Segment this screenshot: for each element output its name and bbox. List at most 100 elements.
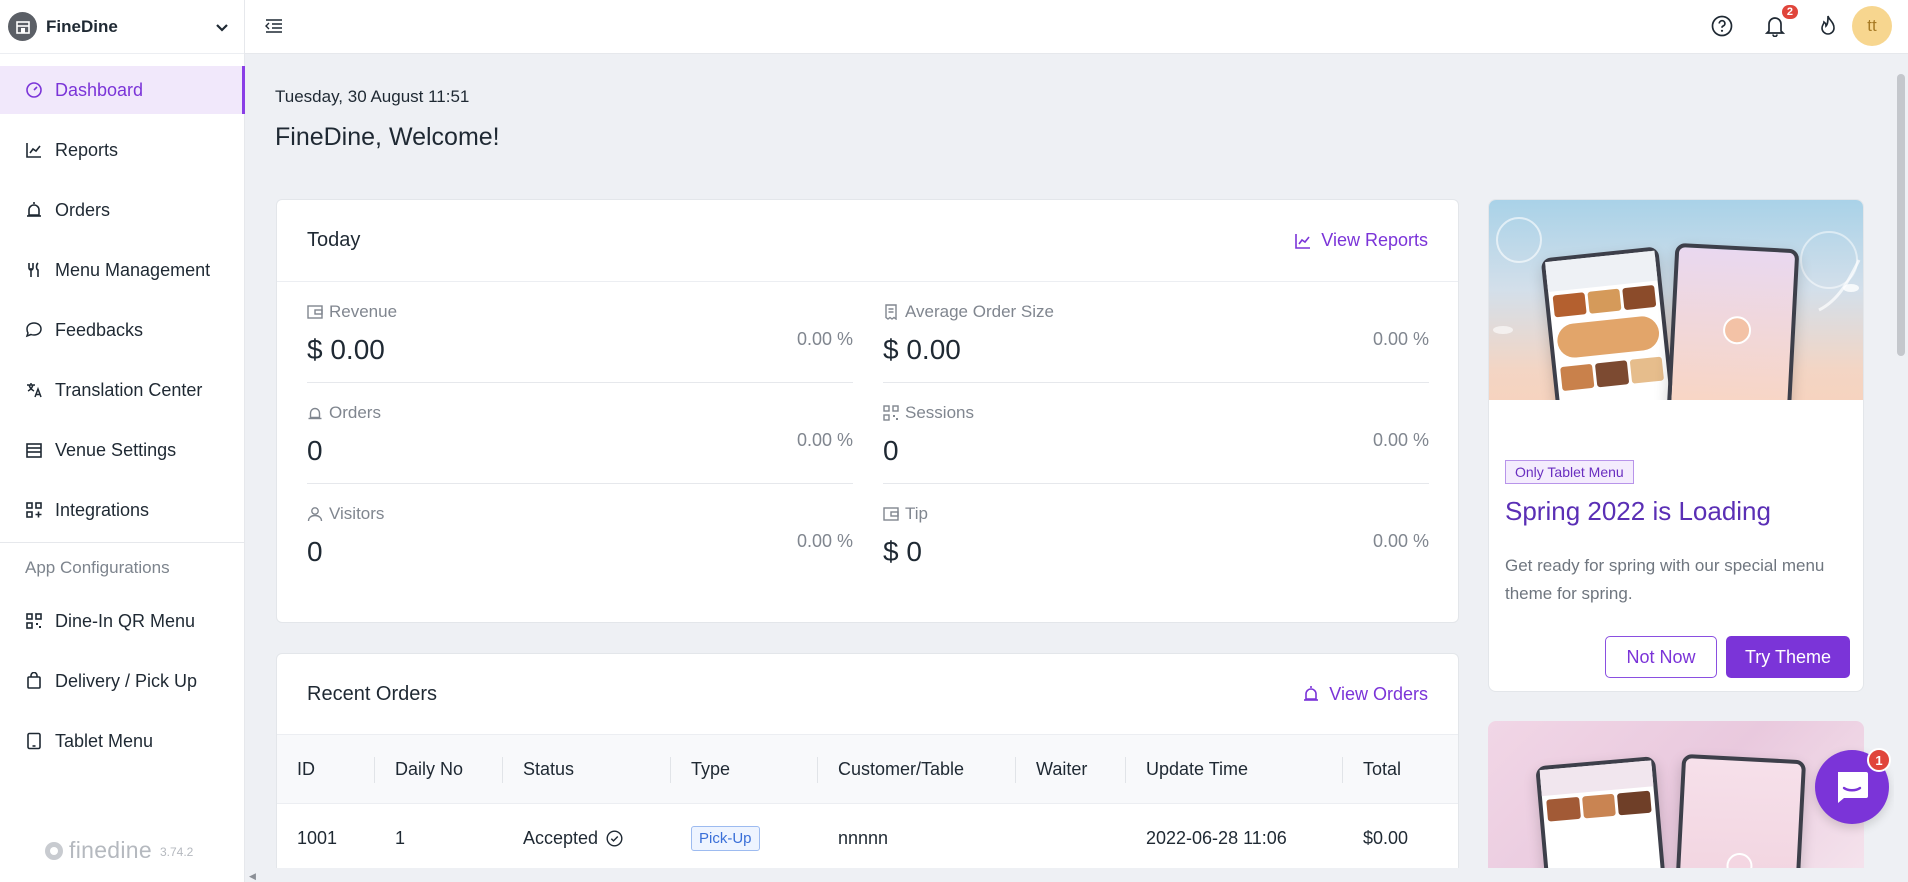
column-header-update-time[interactable]: Update Time (1126, 735, 1343, 803)
topbar: 2 tt (245, 0, 1908, 54)
qr-icon (883, 405, 899, 421)
sidebar-item-delivery-pickup[interactable]: Delivery / Pick Up (0, 657, 244, 705)
user-avatar[interactable]: tt (1852, 6, 1892, 46)
stat-label-text: Visitors (329, 504, 385, 523)
vertical-scrollbar-thumb[interactable] (1897, 74, 1905, 356)
stat-label-sessions: Sessions (883, 403, 974, 423)
sidebar-section-app-configurations: App Configurations (25, 558, 170, 577)
promo-image (1489, 200, 1863, 400)
sidebar-item-dine-in-qr-menu[interactable]: Dine-In QR Menu (0, 597, 244, 645)
view-reports-link[interactable]: View Reports (1294, 230, 1428, 251)
bell-icon (1765, 17, 1785, 37)
column-header-customer-table[interactable]: Customer/Table (818, 735, 1016, 803)
chat-icon (1838, 772, 1868, 803)
stat-value: $ 0.00 (883, 334, 961, 365)
qr-icon (26, 613, 42, 629)
store-icon (8, 12, 37, 41)
help-icon (1711, 15, 1733, 37)
bag-icon (27, 672, 41, 689)
column-header-total[interactable]: Total (1343, 735, 1453, 803)
notifications-button[interactable]: 2 (1762, 5, 1798, 39)
whats-new-button[interactable] (1815, 13, 1841, 39)
stat-percent: 0.00 % (796, 329, 853, 349)
sidebar-item-label: Dine-In QR Menu (55, 610, 196, 631)
tablet-mockup-right (1666, 242, 1800, 400)
sidebar-item-reports[interactable]: Reports (0, 126, 244, 174)
cell-type: Pick-Up (671, 825, 818, 851)
promo-card-secondary (1488, 721, 1864, 882)
chat-launcher-button[interactable]: 1 (1815, 748, 1891, 824)
chevron-down-icon (216, 23, 228, 32)
order-type-tag: Pick-Up (691, 825, 760, 851)
stat-revenue: Revenue $ 0.00 0.00 % (307, 282, 853, 383)
stat-label-revenue: Revenue (307, 302, 397, 322)
table-row[interactable]: 1001 1 Accepted Pick-Up nnnnn 2022-06-28… (277, 804, 1458, 872)
sidebar-item-label: Dashboard (55, 79, 144, 100)
scroll-left-arrow-icon[interactable]: ◀ (249, 871, 256, 882)
recent-orders-title: Recent Orders (307, 682, 438, 705)
receipt-icon (885, 304, 897, 320)
sidebar-item-label: Venue Settings (55, 439, 177, 460)
sidebar-item-dashboard[interactable]: Dashboard (0, 66, 245, 114)
stat-label-text: Revenue (329, 302, 398, 321)
venue-name: FineDine (46, 16, 118, 36)
promo-title: Spring 2022 is Loading (1505, 496, 1771, 526)
wallet-icon (883, 507, 899, 521)
stat-average-order-size: Average Order Size $ 0.00 0.00 % (883, 282, 1429, 383)
recent-orders-card: Recent Orders View Orders ID Daily No St… (276, 653, 1459, 882)
today-card-header: Today View Reports (277, 200, 1458, 282)
user-icon (307, 507, 323, 522)
promo-tag: Only Tablet Menu (1505, 460, 1634, 484)
help-button[interactable] (1709, 13, 1735, 39)
try-theme-button[interactable]: Try Theme (1726, 636, 1850, 678)
collapse-menu-button[interactable] (261, 13, 287, 39)
stat-label-text: Average Order Size (905, 302, 1054, 321)
flame-icon (1821, 15, 1835, 35)
sidebar-item-tablet-menu[interactable]: Tablet Menu (0, 717, 244, 765)
cell-total: $0.00 (1363, 827, 1409, 848)
sidebar-item-integrations[interactable]: Integrations (0, 486, 244, 534)
column-header-type[interactable]: Type (671, 735, 818, 803)
stat-value: 0 (883, 435, 899, 466)
sidebar: FineDine Dashboard Reports Orders Menu M… (0, 0, 245, 882)
venue-switcher[interactable]: FineDine (0, 0, 244, 54)
column-header-waiter[interactable]: Waiter (1016, 735, 1126, 803)
column-header-daily-no[interactable]: Daily No (375, 735, 503, 803)
stat-label-text: Orders (329, 403, 381, 422)
sidebar-item-orders[interactable]: Orders (0, 186, 244, 234)
horizontal-scrollbar[interactable]: ◀ (245, 868, 1894, 882)
vertical-scrollbar[interactable] (1894, 54, 1908, 882)
sidebar-item-label: Tablet Menu (55, 730, 154, 751)
stat-label-average-order-size: Average Order Size (883, 302, 1054, 322)
cell-daily-no: 1 (395, 827, 406, 848)
sidebar-item-translation-center[interactable]: Translation Center (0, 366, 244, 414)
stat-value: 0 (307, 435, 323, 466)
view-reports-label: View Reports (1321, 230, 1428, 250)
view-orders-link[interactable]: View Orders (1302, 684, 1428, 705)
sidebar-item-feedbacks[interactable]: Feedbacks (0, 306, 244, 354)
alarm-icon (1304, 686, 1319, 701)
welcome-title: FineDine, Welcome! (275, 123, 500, 151)
tablet-mockup-left (1535, 756, 1669, 882)
sidebar-item-venue-settings[interactable]: Venue Settings (0, 426, 244, 474)
stat-label-text: Tip (905, 504, 928, 523)
stat-tip: Tip $ 0 0.00 % (883, 484, 1429, 585)
brand-footer: finedine 3.74.2 (44, 837, 193, 864)
column-header-status[interactable]: Status (503, 735, 671, 803)
menu-collapse-icon (265, 19, 282, 33)
today-card-title: Today (307, 229, 361, 251)
promo-description: Get ready for spring with our special me… (1505, 556, 1825, 603)
cell-update-time: 2022-06-28 11:06 (1146, 827, 1287, 848)
sidebar-item-label: Orders (55, 199, 111, 220)
recent-orders-header: Recent Orders View Orders (277, 654, 1458, 734)
translate-icon (27, 383, 42, 398)
stat-value: $ 0.00 (307, 334, 385, 365)
not-now-button[interactable]: Not Now (1605, 636, 1717, 678)
chat-unread-badge: 1 (1867, 748, 1891, 772)
column-header-id[interactable]: ID (277, 735, 375, 803)
sidebar-item-menu-management[interactable]: Menu Management (0, 246, 244, 294)
stat-percent: 0.00 % (1372, 329, 1429, 349)
stat-value: $ 0 (883, 536, 922, 567)
tablet-mockup-right (1673, 753, 1807, 882)
sidebar-item-label: Reports (55, 139, 119, 160)
